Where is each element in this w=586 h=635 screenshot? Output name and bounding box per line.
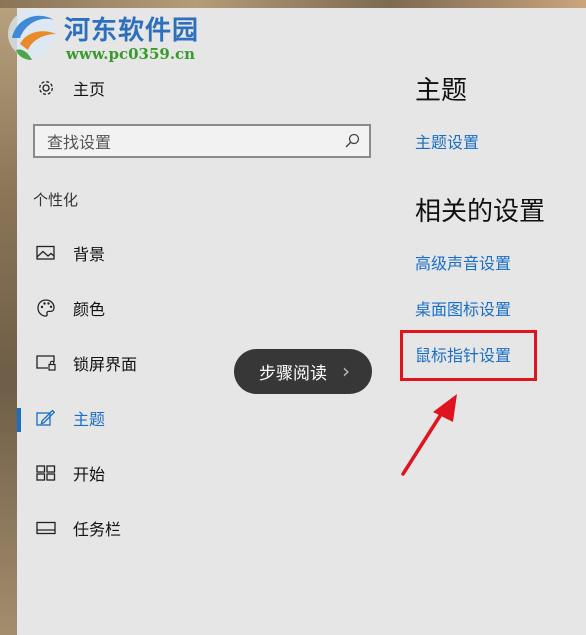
page-title: 主题 bbox=[415, 76, 468, 106]
palette-icon bbox=[36, 298, 56, 318]
sidebar: 主页 个性化 背景 bbox=[17, 8, 377, 635]
watermark-title: 河东软件园 bbox=[64, 16, 200, 46]
image-icon bbox=[36, 243, 56, 263]
sidebar-item-label: 主题 bbox=[73, 410, 106, 429]
sidebar-item-taskbar[interactable]: 任务栏 bbox=[17, 508, 377, 548]
sidebar-item-label: 锁屏界面 bbox=[73, 355, 138, 374]
watermark: 河东软件园 www.pc0359.cn bbox=[0, 0, 230, 70]
desktop-icon-settings-link[interactable]: 桌面图标设置 bbox=[415, 296, 511, 320]
gear-icon bbox=[36, 78, 56, 98]
red-arrow-annotation bbox=[401, 394, 457, 476]
step-reading-button[interactable]: 步骤阅读 › bbox=[234, 349, 372, 394]
sidebar-item-background[interactable]: 背景 bbox=[17, 233, 377, 273]
sidebar-item-label: 主页 bbox=[73, 80, 106, 99]
settings-window: 主页 个性化 背景 bbox=[17, 8, 586, 635]
step-reading-label: 步骤阅读 bbox=[259, 364, 327, 384]
watermark-logo-icon bbox=[8, 10, 56, 60]
search-input[interactable] bbox=[45, 128, 339, 156]
theme-settings-link[interactable]: 主题设置 bbox=[415, 129, 479, 153]
sidebar-item-home[interactable]: 主页 bbox=[17, 68, 377, 108]
search-icon[interactable] bbox=[343, 132, 361, 150]
sidebar-item-start[interactable]: 开始 bbox=[17, 453, 377, 493]
search-field[interactable] bbox=[33, 124, 371, 158]
related-settings-heading: 相关的设置 bbox=[415, 197, 546, 227]
lock-screen-icon bbox=[36, 353, 56, 373]
theme-icon bbox=[36, 408, 56, 428]
sidebar-item-label: 开始 bbox=[73, 465, 106, 484]
advanced-sound-settings-link[interactable]: 高级声音设置 bbox=[415, 250, 511, 274]
sidebar-item-label: 任务栏 bbox=[73, 520, 122, 539]
watermark-url: www.pc0359.cn bbox=[66, 45, 196, 63]
main-content: 主题 主题设置 相关的设置 高级声音设置 桌面图标设置 鼠标指针设置 bbox=[397, 8, 586, 635]
sidebar-item-colors[interactable]: 颜色 bbox=[17, 288, 377, 328]
sidebar-item-label: 颜色 bbox=[73, 300, 106, 319]
highlight-annotation-box bbox=[400, 330, 537, 381]
desktop-background-left bbox=[0, 0, 17, 635]
start-icon bbox=[36, 463, 56, 483]
taskbar-icon bbox=[36, 518, 56, 538]
sidebar-item-label: 背景 bbox=[73, 245, 106, 264]
section-label-personalization: 个性化 bbox=[33, 191, 79, 209]
chevron-right-icon: › bbox=[342, 359, 350, 383]
sidebar-item-theme[interactable]: 主题 bbox=[17, 398, 377, 438]
